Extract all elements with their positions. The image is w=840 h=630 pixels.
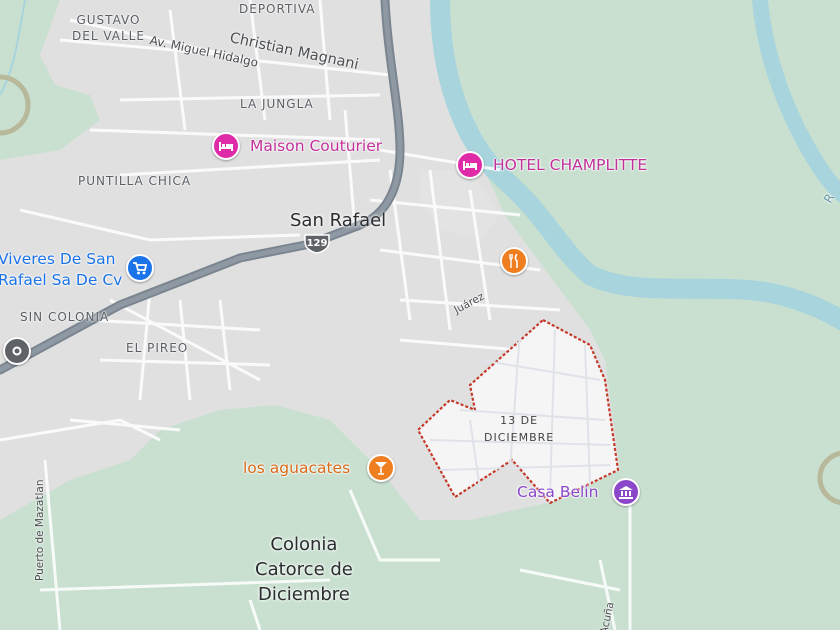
museum-icon	[619, 485, 633, 499]
maison-couturier-label[interactable]: Maison Couturier	[250, 137, 382, 155]
area-label-deportiva: DEPORTIVA	[239, 2, 316, 16]
area-label-puntilla-chica: PUNTILLA CHICA	[78, 174, 192, 188]
hotel-champlitte-label[interactable]: HOTEL CHAMPLITTE	[493, 156, 647, 174]
bed-icon	[219, 142, 233, 151]
restaurant-pin[interactable]	[500, 247, 528, 275]
bed-icon	[463, 161, 477, 170]
viveres-label-line: Viveres De San	[0, 250, 116, 268]
area-label-el-pireo: EL PIREO	[126, 341, 189, 355]
hotel-champlitte-pin[interactable]	[456, 151, 484, 179]
viveres-label-line: Rafael Sa De Cv	[0, 271, 123, 289]
shopping-cart-icon	[133, 261, 147, 274]
los-aguacates-label[interactable]: los aguacates	[243, 459, 350, 477]
los-aguacates-pin[interactable]	[367, 454, 395, 482]
fork-knife-icon	[509, 254, 518, 268]
city-label-san-rafael[interactable]: San Rafael	[290, 210, 386, 231]
area-label-line: DEL VALLE	[72, 29, 145, 43]
location-pin-icon	[12, 346, 22, 356]
street-label-puerto-de-mazatlan: Puerto de Mazatlan	[34, 479, 46, 581]
colonia-label-line: Diciembre	[258, 584, 350, 605]
area-label-line: GUSTAVO	[76, 13, 141, 27]
map-view[interactable]: GUSTAVO DEL VALLE DEPORTIVA LA JUNGLA PU…	[0, 0, 840, 630]
viveres-pin[interactable]	[126, 254, 154, 282]
district-label-line: DICIEMBRE	[484, 431, 555, 444]
casa-belin-label[interactable]: Casa Belin	[517, 483, 598, 501]
area-label-la-jungla: LA JUNGLA	[240, 97, 314, 111]
casa-belin-pin[interactable]	[612, 478, 640, 506]
colonia-label-catorce-de-diciembre[interactable]: Colonia Catorce de Diciembre	[255, 532, 353, 607]
colonia-label-line: Catorce de	[255, 559, 353, 580]
colonia-label-line: Colonia	[270, 534, 338, 555]
district-label-13-de-diciembre: 13 DE DICIEMBRE	[484, 412, 554, 446]
viveres-label[interactable]: Viveres De San Rafael Sa De Cv	[0, 249, 122, 291]
district-label-line: 13 DE	[500, 414, 539, 427]
cocktail-icon	[375, 462, 387, 475]
area-label-sin-colonia: SIN COLONIA	[20, 310, 110, 324]
maison-couturier-pin[interactable]	[212, 132, 240, 160]
location-marker-pin[interactable]	[3, 337, 31, 365]
map-base	[0, 0, 840, 630]
area-label-gustavo-del-valle: GUSTAVO DEL VALLE	[72, 12, 145, 44]
route-number: 129	[306, 238, 328, 249]
route-shield: 129	[303, 234, 331, 254]
